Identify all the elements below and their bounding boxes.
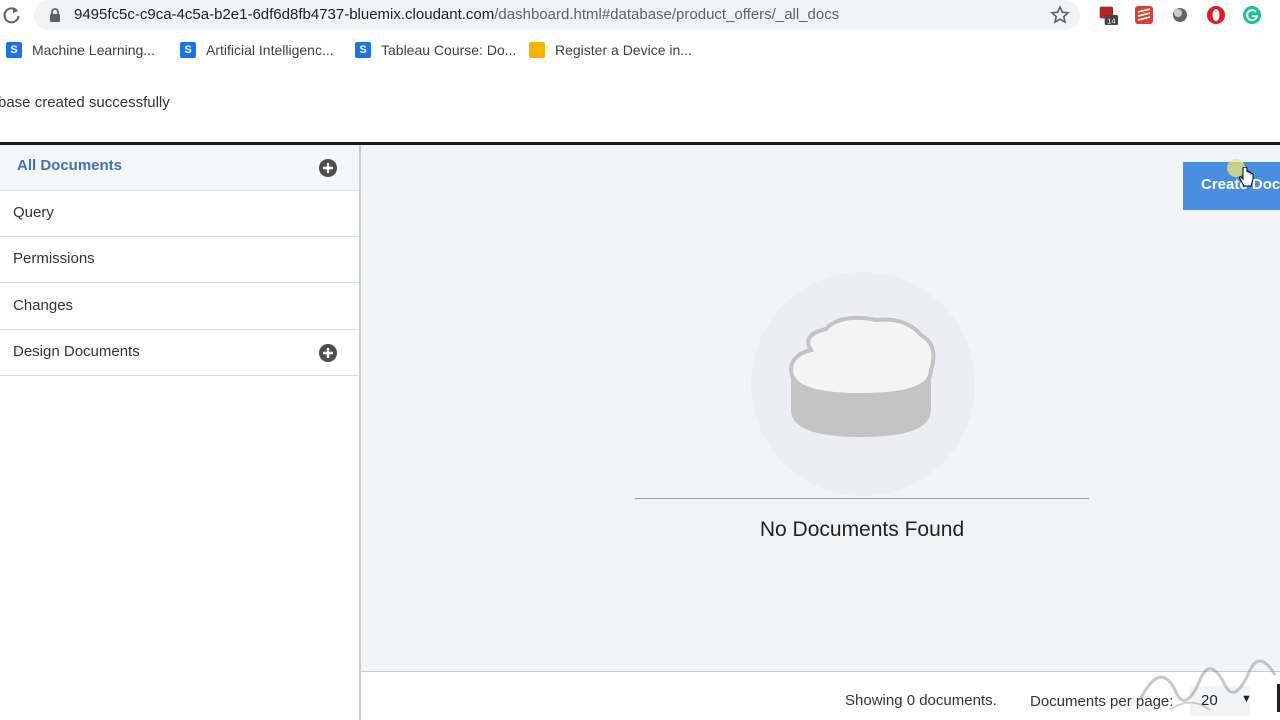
bookmark-favicon-icon: S: [6, 42, 22, 58]
empty-state-divider: [635, 498, 1089, 499]
sidebar-item-label: Design Documents: [13, 343, 140, 360]
empty-state-message: No Documents Found: [759, 518, 965, 541]
sidebar-item-label: Changes: [13, 297, 74, 314]
database-cloud-icon: [788, 315, 936, 437]
bookmark-label: Artificial Intelligenc...: [206, 42, 334, 58]
bookmark-item[interactable]: S Artificial Intelligenc...: [180, 40, 334, 60]
extension-icon[interactable]: 14: [1098, 5, 1118, 25]
bookmark-item[interactable]: S Tableau Course: Do...: [355, 40, 516, 60]
todoist-icon[interactable]: [1134, 5, 1154, 25]
bookmark-favicon-icon: S: [355, 42, 371, 58]
bookmark-label: Register a Device in...: [555, 42, 692, 58]
bookmark-favicon-icon: S: [180, 42, 196, 58]
watermark-signature-icon: [1138, 659, 1277, 711]
bookmark-label: Tableau Course: Do...: [381, 42, 517, 58]
address-bar[interactable]: 9495fc5c-c9ca-4c5a-b2e1-6df6d8fb4737-blu…: [34, 0, 1080, 30]
package-icon: [529, 42, 545, 58]
sidebar: All Documents Query Permissions Changes …: [0, 145, 361, 720]
sidebar-item-label: Permissions: [13, 250, 95, 267]
notification-banner: base created successfully: [0, 66, 1280, 144]
hand-cursor-icon: [1239, 167, 1254, 187]
sidebar-item-label: All Documents: [17, 157, 123, 174]
lock-icon: [50, 8, 60, 22]
grammarly-icon[interactable]: [1242, 5, 1262, 25]
add-circle-icon[interactable]: [318, 343, 338, 363]
sidebar-item-label: Query: [13, 204, 54, 221]
star-icon[interactable]: [1050, 5, 1070, 25]
main-content: Create Doc No Documents Found: [361, 145, 1280, 672]
bookmarks-bar: S Machine Learning... S Artificial Intel…: [0, 34, 1280, 66]
sidebar-item-design-documents[interactable]: Design Documents: [0, 330, 359, 376]
bookmark-label: Machine Learning...: [32, 42, 155, 58]
browser-toolbar: 9495fc5c-c9ca-4c5a-b2e1-6df6d8fb4737-blu…: [0, 0, 1280, 32]
circle-icon[interactable]: [1170, 5, 1190, 25]
bookmark-item[interactable]: S Machine Learning...: [6, 40, 155, 60]
notification-text: base created successfully: [0, 94, 170, 111]
sidebar-item-query[interactable]: Query: [0, 191, 359, 237]
sidebar-item-permissions[interactable]: Permissions: [0, 237, 359, 283]
reload-icon[interactable]: [2, 5, 22, 25]
sidebar-item-all-documents[interactable]: All Documents: [0, 145, 359, 191]
bookmark-item[interactable]: Register a Device in...: [529, 40, 692, 60]
opera-icon[interactable]: [1206, 5, 1226, 25]
add-circle-icon[interactable]: [318, 158, 338, 178]
url-path: /dashboard.html#database/product_offers/…: [494, 6, 840, 23]
document-count: Showing 0 documents.: [845, 692, 997, 709]
url-text: 9495fc5c-c9ca-4c5a-b2e1-6df6d8fb4737-blu…: [74, 6, 839, 23]
url-host: 9495fc5c-c9ca-4c5a-b2e1-6df6d8fb4737-blu…: [74, 6, 495, 23]
extension-badge: 14: [1107, 16, 1115, 25]
sidebar-item-changes[interactable]: Changes: [0, 284, 359, 330]
